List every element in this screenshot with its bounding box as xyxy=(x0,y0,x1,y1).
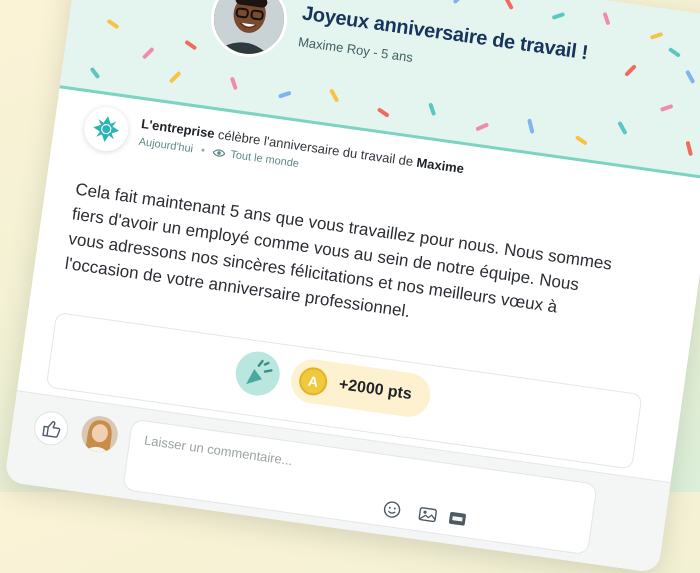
eye-icon xyxy=(212,149,226,157)
image-icon[interactable] xyxy=(418,504,438,524)
points-value: +2000 pts xyxy=(337,376,413,404)
post-time: Aujourd'hui xyxy=(137,135,194,156)
meta-separator: • xyxy=(200,144,206,157)
emoji-icon[interactable] xyxy=(382,499,402,519)
thumbs-up-icon xyxy=(42,420,61,438)
coin-icon: A xyxy=(297,365,329,398)
like-button[interactable] xyxy=(31,409,71,448)
anniversary-post-card: Joyeux anniversaire de travail ! Maxime … xyxy=(4,0,700,573)
company-logo-icon xyxy=(93,116,120,142)
employee-name[interactable]: Maxime xyxy=(416,155,465,176)
confetti-badge xyxy=(232,348,283,399)
confetti-badge-icon xyxy=(246,359,273,385)
gif-icon[interactable] xyxy=(447,509,467,529)
company-logo[interactable] xyxy=(81,104,132,154)
